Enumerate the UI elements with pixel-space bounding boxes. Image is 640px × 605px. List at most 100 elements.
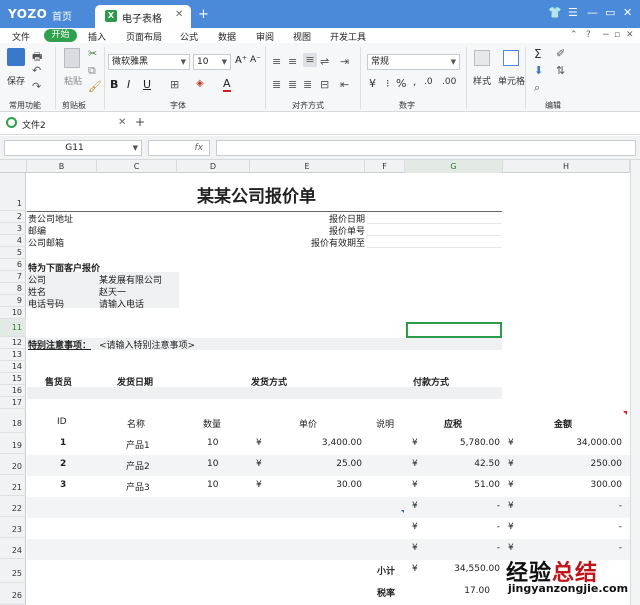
align-middle-icon[interactable]: ≡ [288, 55, 297, 68]
underline-button[interactable]: U [143, 78, 151, 91]
row-header[interactable]: 17 [0, 397, 26, 409]
decrease-font-icon[interactable]: A⁻ [250, 55, 261, 65]
document-tab[interactable]: X 电子表格 ✕ [95, 5, 191, 28]
row-header[interactable]: 23 [0, 517, 26, 538]
currency-icon[interactable]: ¥ [369, 77, 376, 90]
selected-cell[interactable] [406, 322, 502, 338]
close-sheet-tab-icon[interactable]: ✕ [118, 117, 126, 128]
row-header[interactable]: 7 [0, 271, 26, 283]
vertical-scrollbar[interactable] [630, 160, 640, 605]
align-bottom-icon[interactable]: ≡ [303, 53, 317, 67]
cell-icon[interactable] [503, 50, 519, 66]
row-header[interactable]: 18 [0, 409, 26, 433]
bold-button[interactable]: B [110, 78, 118, 91]
menu-formula[interactable]: 公式 [180, 30, 198, 43]
row-header[interactable]: 15 [0, 373, 26, 385]
wrap-text-icon[interactable]: ⇌ [320, 55, 329, 68]
italic-button[interactable]: I [127, 78, 130, 91]
percent-icon[interactable]: % [396, 77, 406, 90]
decrease-decimal-icon[interactable]: .00 [442, 77, 456, 87]
cell-button[interactable]: 单元格 [498, 74, 525, 87]
style-icon[interactable] [474, 50, 490, 66]
new-document-button[interactable]: + [135, 115, 145, 129]
font-color-button[interactable]: A [223, 77, 231, 92]
save-icon[interactable] [7, 48, 25, 66]
row-header[interactable]: 25 [0, 559, 26, 583]
row-header[interactable]: 12 [0, 337, 26, 349]
row-header[interactable]: 13 [0, 349, 26, 361]
column-header[interactable]: D [177, 160, 250, 173]
close-window-icon[interactable]: ✕ [623, 6, 632, 19]
row-header[interactable]: 1 [0, 173, 26, 211]
fill-icon[interactable]: ⬇ [534, 64, 543, 77]
align-right-icon[interactable]: ≣ [303, 78, 312, 91]
sort-icon[interactable]: ⇅ [556, 64, 565, 77]
thousands-icon[interactable]: ⁝ [386, 77, 390, 90]
row-header[interactable]: 19 [0, 433, 26, 454]
outdent-icon[interactable]: ⇤ [340, 78, 349, 91]
sheet-area[interactable]: 某某公司报价单 贵公司地址 邮编 公司邮箱 报价日期 报价单号 报价有效期至 特… [27, 174, 630, 605]
redo-icon[interactable]: ↷ [32, 80, 41, 93]
name-box[interactable]: G11 ▼ [4, 140, 142, 156]
minimize-icon[interactable]: — [587, 6, 598, 19]
minimize-doc-icon[interactable]: − [602, 30, 610, 40]
row-header[interactable]: 9 [0, 295, 26, 307]
menu-view[interactable]: 视图 [293, 30, 311, 43]
row-header[interactable]: 14 [0, 361, 26, 373]
border-icon[interactable]: ⊞ [170, 78, 179, 91]
row-header[interactable]: 6 [0, 259, 26, 271]
menu-icon[interactable]: ☰ [568, 6, 578, 19]
skin-icon[interactable]: 👕 [548, 6, 562, 19]
increase-font-icon[interactable]: A⁺ [235, 55, 247, 66]
row-header[interactable]: 11 [0, 319, 26, 337]
merge-cells-icon[interactable]: ⊟ [320, 78, 329, 91]
clear-icon[interactable]: ✐ [556, 47, 565, 60]
number-format-select[interactable]: 常规 ▼ [367, 54, 460, 70]
align-top-icon[interactable]: ≡ [272, 55, 281, 68]
paste-icon[interactable] [64, 48, 80, 68]
collapse-ribbon-icon[interactable]: ⌃ [570, 30, 578, 40]
cut-icon[interactable]: ✂ [88, 47, 97, 60]
font-name-select[interactable]: 微软雅黑 ▼ [108, 54, 190, 70]
insert-function-button[interactable]: fx [148, 140, 210, 156]
row-header[interactable]: 3 [0, 223, 26, 235]
menu-review[interactable]: 审阅 [256, 30, 274, 43]
shipping-input-row[interactable] [27, 387, 502, 399]
row-header[interactable]: 8 [0, 283, 26, 295]
find-icon[interactable]: ⌕ [534, 81, 540, 95]
increase-decimal-icon[interactable]: .0 [424, 77, 433, 87]
row-header[interactable]: 5 [0, 247, 26, 259]
menu-developer[interactable]: 开发工具 [330, 30, 366, 43]
align-left-icon[interactable]: ≣ [272, 78, 281, 91]
select-all-corner[interactable] [0, 160, 27, 173]
maximize-icon[interactable]: ▭ [605, 6, 615, 19]
paste-button[interactable]: 粘贴 [64, 74, 82, 87]
row-header[interactable]: 10 [0, 307, 26, 319]
comma-style-icon[interactable]: , [413, 77, 416, 88]
style-button[interactable]: 样式 [473, 74, 491, 87]
fill-color-icon[interactable]: ◈ [196, 78, 204, 89]
new-tab-button[interactable]: + [198, 7, 209, 22]
column-header[interactable]: F [365, 160, 405, 173]
customer-phone-value[interactable]: 请输入电话 [99, 297, 144, 310]
font-size-select[interactable]: 10 ▼ [193, 54, 231, 70]
sheet-file-tab[interactable]: 文件2 [22, 118, 46, 131]
row-header[interactable]: 16 [0, 385, 26, 397]
column-header[interactable]: C [97, 160, 177, 173]
column-header[interactable]: B [27, 160, 97, 173]
formula-input[interactable] [216, 140, 636, 156]
column-header[interactable]: G [405, 160, 503, 173]
home-tab[interactable]: 首页 [52, 8, 72, 23]
row-header[interactable]: 4 [0, 235, 26, 247]
column-header[interactable]: H [503, 160, 630, 173]
column-header[interactable]: E [250, 160, 365, 173]
row-header[interactable]: 21 [0, 475, 26, 496]
save-button[interactable]: 保存 [7, 74, 25, 87]
align-center-icon[interactable]: ≣ [288, 78, 297, 91]
row-header[interactable]: 20 [0, 454, 26, 475]
row-header[interactable]: 2 [0, 211, 26, 223]
indent-icon[interactable]: ⇥ [340, 55, 349, 68]
menu-home[interactable]: 开始 [44, 29, 77, 42]
row-header[interactable]: 26 [0, 583, 26, 605]
menu-page-layout[interactable]: 页面布局 [126, 30, 162, 43]
